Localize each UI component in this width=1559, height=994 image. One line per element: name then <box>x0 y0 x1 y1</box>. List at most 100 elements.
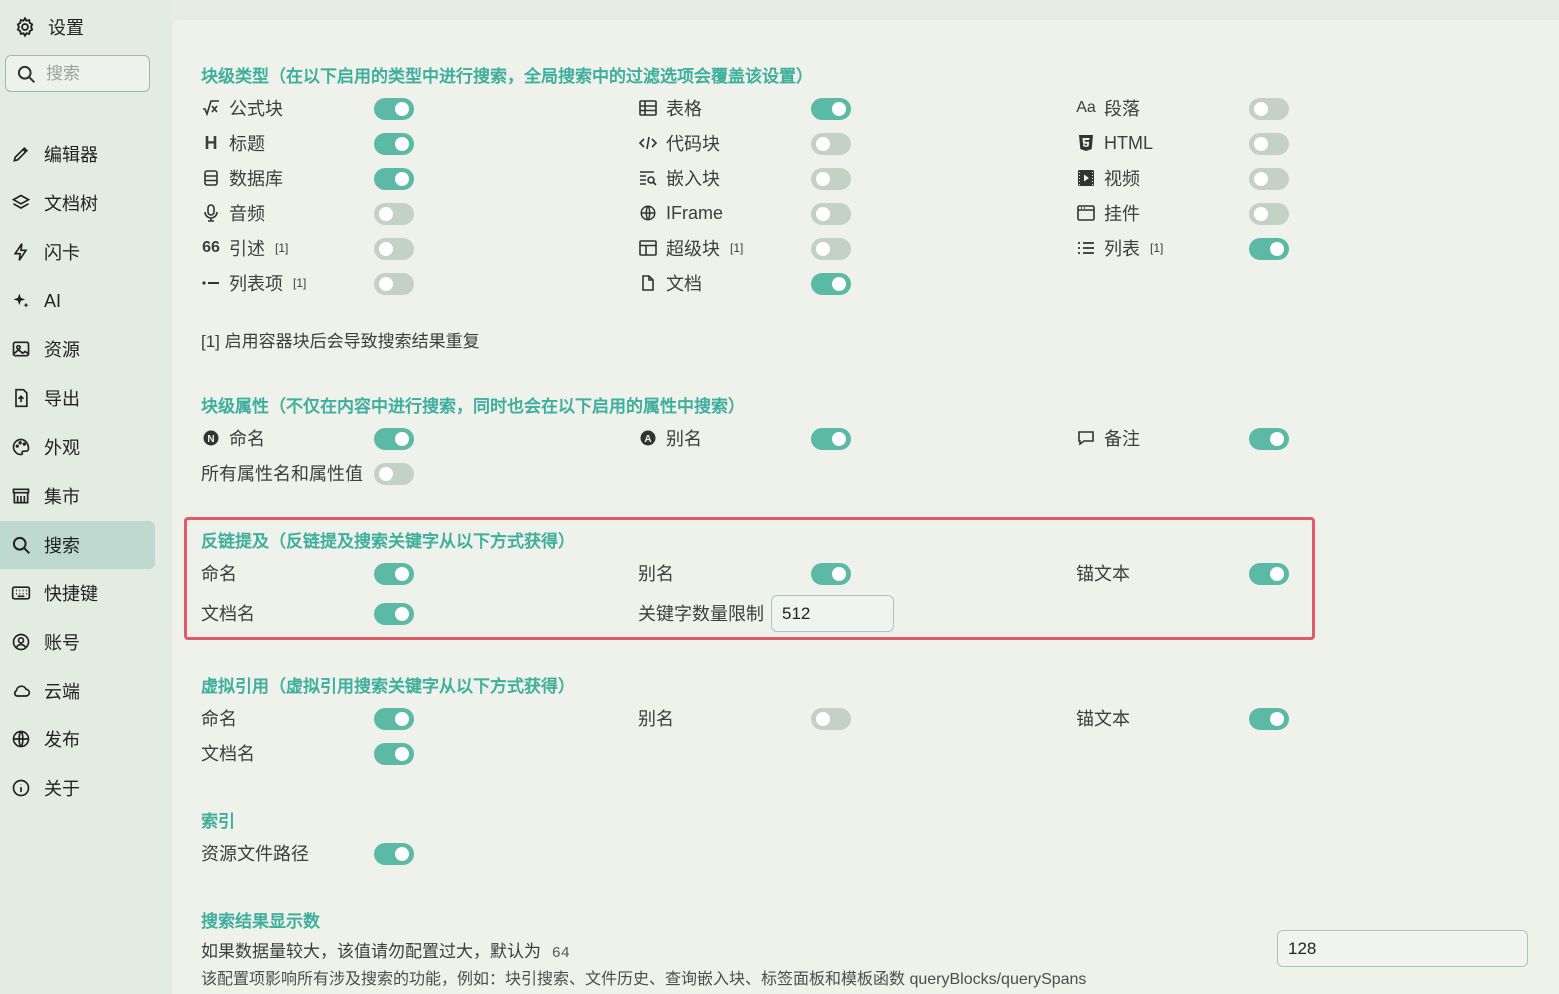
toggle-document[interactable] <box>811 273 851 295</box>
toggle-backlink-alias[interactable] <box>811 563 851 585</box>
keyword-limit-label: 关键字数量限制 <box>638 604 764 624</box>
block-type-blockquote: 66 引述 [1] <box>202 239 289 259</box>
attr-alias: A 别名 <box>638 424 702 452</box>
toggle-video[interactable] <box>1249 168 1289 190</box>
results-limit-input[interactable] <box>1277 930 1528 967</box>
alias-badge-icon: A <box>638 430 658 446</box>
sidebar-item-ai[interactable]: AI <box>0 277 155 325</box>
toggle-virtual-ref-name[interactable] <box>374 708 414 730</box>
toggle-list[interactable] <box>1249 238 1289 260</box>
block-type-listitem: 列表项 [1] <box>201 269 306 297</box>
widget-icon <box>1076 205 1096 221</box>
embed-icon <box>638 170 658 186</box>
toggle-audio[interactable] <box>374 203 414 225</box>
toggle-virtual-ref-alias[interactable] <box>811 708 851 730</box>
section-title-block-types: 块级类型（在以下启用的类型中进行搜索，全局搜索中的过滤选项会覆盖该设置） <box>201 67 813 86</box>
sidebar-item-label: 搜索 <box>44 536 80 556</box>
sidebar-item-label: 云端 <box>44 682 80 702</box>
sidebar-item-bazaar[interactable]: 集市 <box>0 472 155 520</box>
block-type-superblock: 超级块 [1] <box>638 234 743 262</box>
sidebar-item-appearance[interactable]: 外观 <box>0 423 155 471</box>
store-icon <box>10 485 32 507</box>
toggle-listitem[interactable] <box>374 273 414 295</box>
toggle-superblock[interactable] <box>811 238 851 260</box>
virtual-ref-name: 命名 <box>201 709 237 729</box>
table-icon <box>638 100 658 116</box>
search-icon <box>16 64 36 84</box>
block-type-iframe: IFrame <box>638 199 723 227</box>
results-limit-desc: 如果数据量较大，该值请勿配置过大，默认为 64 <box>201 942 570 962</box>
toggle-widget[interactable] <box>1249 203 1289 225</box>
sidebar-item-search[interactable]: 搜索 <box>0 521 155 569</box>
svg-text:A: A <box>644 434 651 445</box>
heading-icon: H <box>204 132 218 153</box>
toggle-backlink-docname[interactable] <box>374 603 414 625</box>
toggle-blockquote[interactable] <box>374 238 414 260</box>
sparkle-icon <box>10 290 32 312</box>
block-type-document: 文档 <box>638 269 702 297</box>
block-type-heading: H 标题 <box>201 129 266 157</box>
toggle-table[interactable] <box>811 98 851 120</box>
settings-search[interactable] <box>5 55 150 92</box>
keyword-limit-input[interactable] <box>771 595 894 632</box>
list-item-icon <box>201 280 221 286</box>
toggle-virtual-ref-docname[interactable] <box>374 743 414 765</box>
sidebar-item-filetree[interactable]: 文档树 <box>0 179 155 227</box>
block-type-audio: 音频 <box>201 199 265 227</box>
cloud-icon <box>10 680 32 702</box>
toggle-paragraph[interactable] <box>1249 98 1289 120</box>
sidebar-item-publish[interactable]: 发布 <box>0 715 155 763</box>
section-title-index: 索引 <box>201 812 235 831</box>
quote-icon: 66 <box>202 239 220 256</box>
svg-text:N: N <box>207 434 214 445</box>
sidebar-item-export[interactable]: 导出 <box>0 374 155 422</box>
sidebar-item-about[interactable]: 关于 <box>0 764 155 812</box>
toggle-html[interactable] <box>1249 133 1289 155</box>
pencil-icon <box>10 143 32 165</box>
toggle-code[interactable] <box>811 133 851 155</box>
attr-all: 所有属性名和属性值 <box>201 464 363 484</box>
gear-icon <box>14 16 36 38</box>
section-title-block-attrs: 块级属性（不仅在内容中进行搜索，同时也会在以下启用的属性中搜索） <box>201 397 745 416</box>
toggle-iframe[interactable] <box>811 203 851 225</box>
sidebar-item-label: 文档树 <box>44 194 98 214</box>
toggle-virtual-ref-anchor[interactable] <box>1249 708 1289 730</box>
sidebar-item-label: 编辑器 <box>44 145 98 165</box>
block-type-code: 代码块 <box>638 129 720 157</box>
toggle-embed[interactable] <box>811 168 851 190</box>
search-input[interactable] <box>46 63 136 84</box>
toggle-backlink-anchor[interactable] <box>1249 563 1289 585</box>
superblock-icon <box>638 240 658 256</box>
html-icon <box>1076 135 1096 151</box>
math-icon <box>201 100 221 116</box>
database-icon <box>201 170 221 186</box>
account-icon <box>10 631 32 653</box>
sidebar-item-label: 关于 <box>44 779 80 799</box>
toggle-attr-memo[interactable] <box>1249 428 1289 450</box>
sidebar-item-label: 外观 <box>44 438 80 458</box>
toggle-math[interactable] <box>374 98 414 120</box>
toggle-index-asset-path[interactable] <box>374 843 414 865</box>
settings-title-text: 设置 <box>48 18 84 38</box>
sidebar-item-account[interactable]: 账号 <box>0 618 155 666</box>
toggle-database[interactable] <box>374 168 414 190</box>
sidebar-item-editor[interactable]: 编辑器 <box>0 130 155 178</box>
toggle-attr-all[interactable] <box>374 463 414 485</box>
sidebar-item-assets[interactable]: 资源 <box>0 325 155 373</box>
block-type-video: 视频 <box>1076 164 1140 192</box>
backlink-docname: 文档名 <box>201 604 255 624</box>
sidebar-item-flashcard[interactable]: 闪卡 <box>0 228 155 276</box>
toggle-attr-alias[interactable] <box>811 428 851 450</box>
settings-panel-search: 块级类型（在以下启用的类型中进行搜索，全局搜索中的过滤选项会覆盖该设置） 公式块… <box>172 20 1559 994</box>
sidebar-item-cloud[interactable]: 云端 <box>0 667 155 715</box>
sidebar-item-keymap[interactable]: 快捷键 <box>0 569 155 617</box>
index-asset-path: 资源文件路径 <box>201 844 309 864</box>
toggle-heading[interactable] <box>374 133 414 155</box>
sidebar-item-label: 闪卡 <box>44 243 80 263</box>
block-type-paragraph: Aa 段落 <box>1076 99 1140 119</box>
toggle-backlink-name[interactable] <box>374 563 414 585</box>
toggle-attr-name[interactable] <box>374 428 414 450</box>
sidebar-item-label: 导出 <box>44 389 80 409</box>
block-type-widget: 挂件 <box>1076 199 1140 227</box>
bolt-icon <box>10 241 32 263</box>
